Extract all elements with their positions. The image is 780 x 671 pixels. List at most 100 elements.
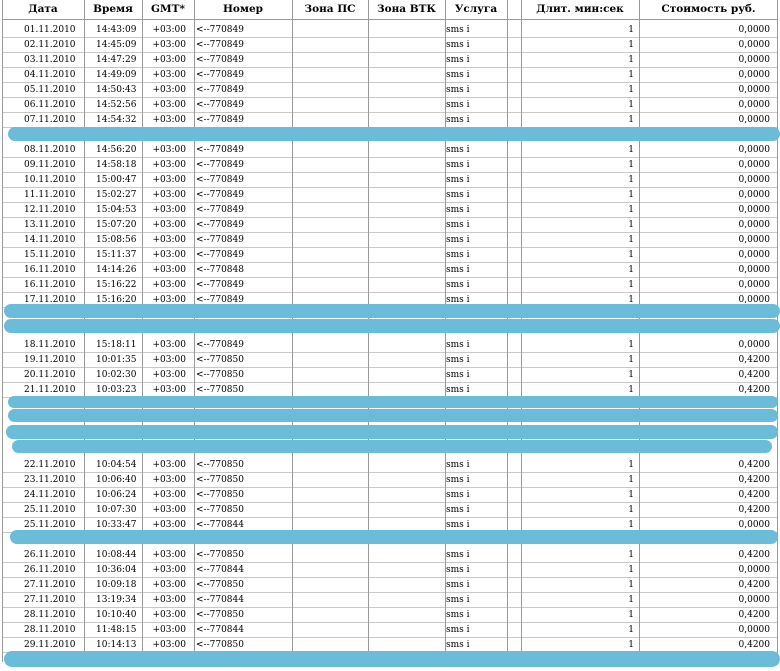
cell-zone-ps [290, 503, 366, 518]
cell-zone-vtk [366, 218, 443, 233]
cell-zone-ps [290, 173, 366, 188]
cell-cost: 0,4200 [738, 460, 771, 470]
cell-gmt: +03:00 [152, 280, 186, 290]
cell-duration: 1 [628, 145, 634, 155]
cell-service: sms i [446, 100, 470, 110]
cell-zone-vtk [366, 503, 443, 518]
cell-zone-ps [290, 98, 366, 113]
cell-date: 06.11.2010 [24, 100, 76, 110]
cell-number: <--770850 [196, 475, 244, 485]
cell-date: 11.11.2010 [24, 190, 76, 200]
cell-duration: 1 [628, 355, 634, 365]
table-row: 24.11.2010 10:06:24 +03:00 <--770850 sms i 1 0… [2, 488, 778, 503]
cell-gmt: +03:00 [152, 160, 186, 170]
cell-duration: 1 [628, 475, 634, 485]
table-row: 02.11.2010 14:45:09 +03:00 <--770849 sms i 1 0… [2, 38, 778, 53]
cell-service: sms i [446, 460, 470, 470]
cell-duration: 1 [628, 85, 634, 95]
cell-cost: 0,0000 [738, 115, 771, 125]
cell-date: 27.11.2010 [24, 580, 76, 590]
cell-duration: 1 [628, 625, 634, 635]
cell-zone-vtk [366, 338, 443, 353]
cell-service: sms i [446, 475, 470, 485]
table-row: 19.11.2010 10:01:35 +03:00 <--770850 sms i 1 0… [2, 353, 778, 368]
cell-time: 15:00:47 [96, 175, 137, 185]
cell-date: 07.11.2010 [24, 115, 76, 125]
cell-service: sms i [446, 340, 470, 350]
cell-zone-ps [290, 278, 366, 293]
cell-zone-vtk [366, 593, 443, 608]
table-row: 06.11.2010 14:52:56 +03:00 <--770849 sms i 1 0… [2, 98, 778, 113]
cell-service: sms i [446, 70, 470, 80]
cell-gmt: +03:00 [152, 70, 186, 80]
cell-zone-vtk [366, 83, 443, 98]
cell-date: 28.11.2010 [24, 625, 76, 635]
header-blank [507, 0, 521, 18]
cell-gmt: +03:00 [152, 205, 186, 215]
cell-zone-vtk [366, 623, 443, 638]
cell-service: sms i [446, 550, 470, 560]
cell-gmt: +03:00 [152, 580, 186, 590]
redaction-stroke [4, 319, 780, 333]
cell-time: 10:07:30 [96, 505, 137, 515]
table-row: 16.11.2010 15:16:22 +03:00 <--770849 sms i 1 0… [2, 278, 778, 293]
cell-zone-vtk [366, 143, 443, 158]
cell-number: <--770849 [196, 70, 244, 80]
cell-zone-ps [290, 353, 366, 368]
cell-zone-ps [290, 473, 366, 488]
cell-service: sms i [446, 85, 470, 95]
cell-zone-ps [290, 158, 366, 173]
table-row: 16.11.2010 14:14:26 +03:00 <--770848 sms i 1 0… [2, 263, 778, 278]
table-row: 22.11.2010 10:04:54 +03:00 <--770850 sms i 1 0… [2, 458, 778, 473]
cell-number: <--770849 [196, 25, 244, 35]
cell-cost: 0,0000 [738, 625, 771, 635]
cell-service: sms i [446, 55, 470, 65]
cell-service: sms i [446, 235, 470, 245]
table-row: 20.11.2010 10:02:30 +03:00 <--770850 sms i 1 0… [2, 368, 778, 383]
cell-service: sms i [446, 160, 470, 170]
cell-date: 18.11.2010 [24, 340, 76, 350]
cell-zone-vtk [366, 23, 443, 38]
cell-cost: 0,0000 [738, 280, 771, 290]
cell-time: 14:56:20 [96, 145, 137, 155]
cell-number: <--770849 [196, 115, 244, 125]
cell-zone-ps [290, 488, 366, 503]
cell-time: 14:47:29 [96, 55, 137, 65]
header-zone-ps: Зона ПС [304, 3, 356, 15]
cell-duration: 1 [628, 580, 634, 590]
header-duration: Длит. мин:сек [536, 3, 624, 15]
cell-time: 15:04:53 [96, 205, 137, 215]
cell-cost: 0,4200 [738, 355, 771, 365]
cell-gmt: +03:00 [152, 265, 186, 275]
cell-zone-vtk [366, 488, 443, 503]
table-row: 15.11.2010 15:11:37 +03:00 <--770849 sms i 1 0… [2, 248, 778, 263]
cell-duration: 1 [628, 490, 634, 500]
cell-zone-ps [290, 368, 366, 383]
table-row: 26.11.2010 10:08:44 +03:00 <--770850 sms i 1 0… [2, 548, 778, 563]
cell-number: <--770849 [196, 280, 244, 290]
cell-service: sms i [446, 250, 470, 260]
table-row: 03.11.2010 14:47:29 +03:00 <--770849 sms i 1 0… [2, 53, 778, 68]
cell-time: 15:18:11 [96, 340, 137, 350]
cell-time: 10:04:54 [96, 460, 137, 470]
redaction-stroke [8, 127, 780, 141]
cell-zone-vtk [366, 578, 443, 593]
cell-zone-vtk [366, 158, 443, 173]
cell-cost: 0,0000 [738, 595, 771, 605]
cell-duration: 1 [628, 160, 634, 170]
cell-duration: 1 [628, 40, 634, 50]
cell-duration: 1 [628, 565, 634, 575]
table-row: 11.11.2010 15:02:27 +03:00 <--770849 sms i 1 0… [2, 188, 778, 203]
header-cost: Стоимость руб. [661, 3, 756, 15]
cell-number: <--770850 [196, 610, 244, 620]
cell-zone-vtk [366, 38, 443, 53]
cell-time: 15:11:37 [96, 250, 137, 260]
cell-gmt: +03:00 [152, 550, 186, 560]
cell-cost: 0,0000 [738, 70, 771, 80]
cell-zone-ps [290, 623, 366, 638]
table-row: 05.11.2010 14:50:43 +03:00 <--770849 sms i 1 0… [2, 83, 778, 98]
table-row: 08.11.2010 14:56:20 +03:00 <--770849 sms i 1 0… [2, 143, 778, 158]
cell-duration: 1 [628, 550, 634, 560]
cell-date: 03.11.2010 [24, 55, 76, 65]
cell-zone-ps [290, 68, 366, 83]
